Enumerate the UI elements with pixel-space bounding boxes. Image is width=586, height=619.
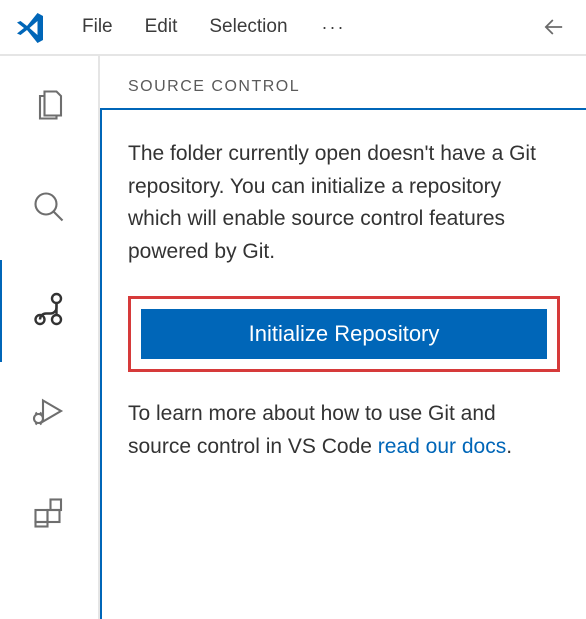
search-icon [31,189,67,230]
menu-edit[interactable]: Edit [133,12,190,42]
content-area: SOURCE CONTROL The folder currently open… [0,56,586,619]
learn-suffix: . [506,435,512,458]
menu-file[interactable]: File [70,12,125,42]
menu-overflow-icon[interactable]: ··· [308,13,360,42]
activity-source-control[interactable] [0,260,99,362]
titlebar: File Edit Selection ··· [0,0,586,56]
vscode-logo-icon [14,11,46,43]
read-docs-link[interactable]: read our docs [378,435,506,458]
sidebar-panel: SOURCE CONTROL The folder currently open… [100,56,586,619]
learn-more-text: To learn more about how to use Git and s… [128,398,560,463]
activity-extensions[interactable] [0,464,99,566]
initialize-repository-button[interactable]: Initialize Repository [141,309,547,359]
highlight-annotation: Initialize Repository [128,296,560,372]
files-icon [31,87,67,128]
source-control-icon [31,291,67,332]
info-text: The folder currently open doesn't have a… [128,138,560,268]
source-control-panel: The folder currently open doesn't have a… [100,108,586,619]
debug-icon [31,393,67,434]
activity-explorer[interactable] [0,56,99,158]
extensions-icon [31,495,67,536]
section-title: SOURCE CONTROL [100,56,586,108]
activity-run-debug[interactable] [0,362,99,464]
activity-search[interactable] [0,158,99,260]
activity-bar [0,56,100,619]
menu-selection[interactable]: Selection [197,12,299,42]
back-arrow-icon[interactable] [536,9,572,45]
